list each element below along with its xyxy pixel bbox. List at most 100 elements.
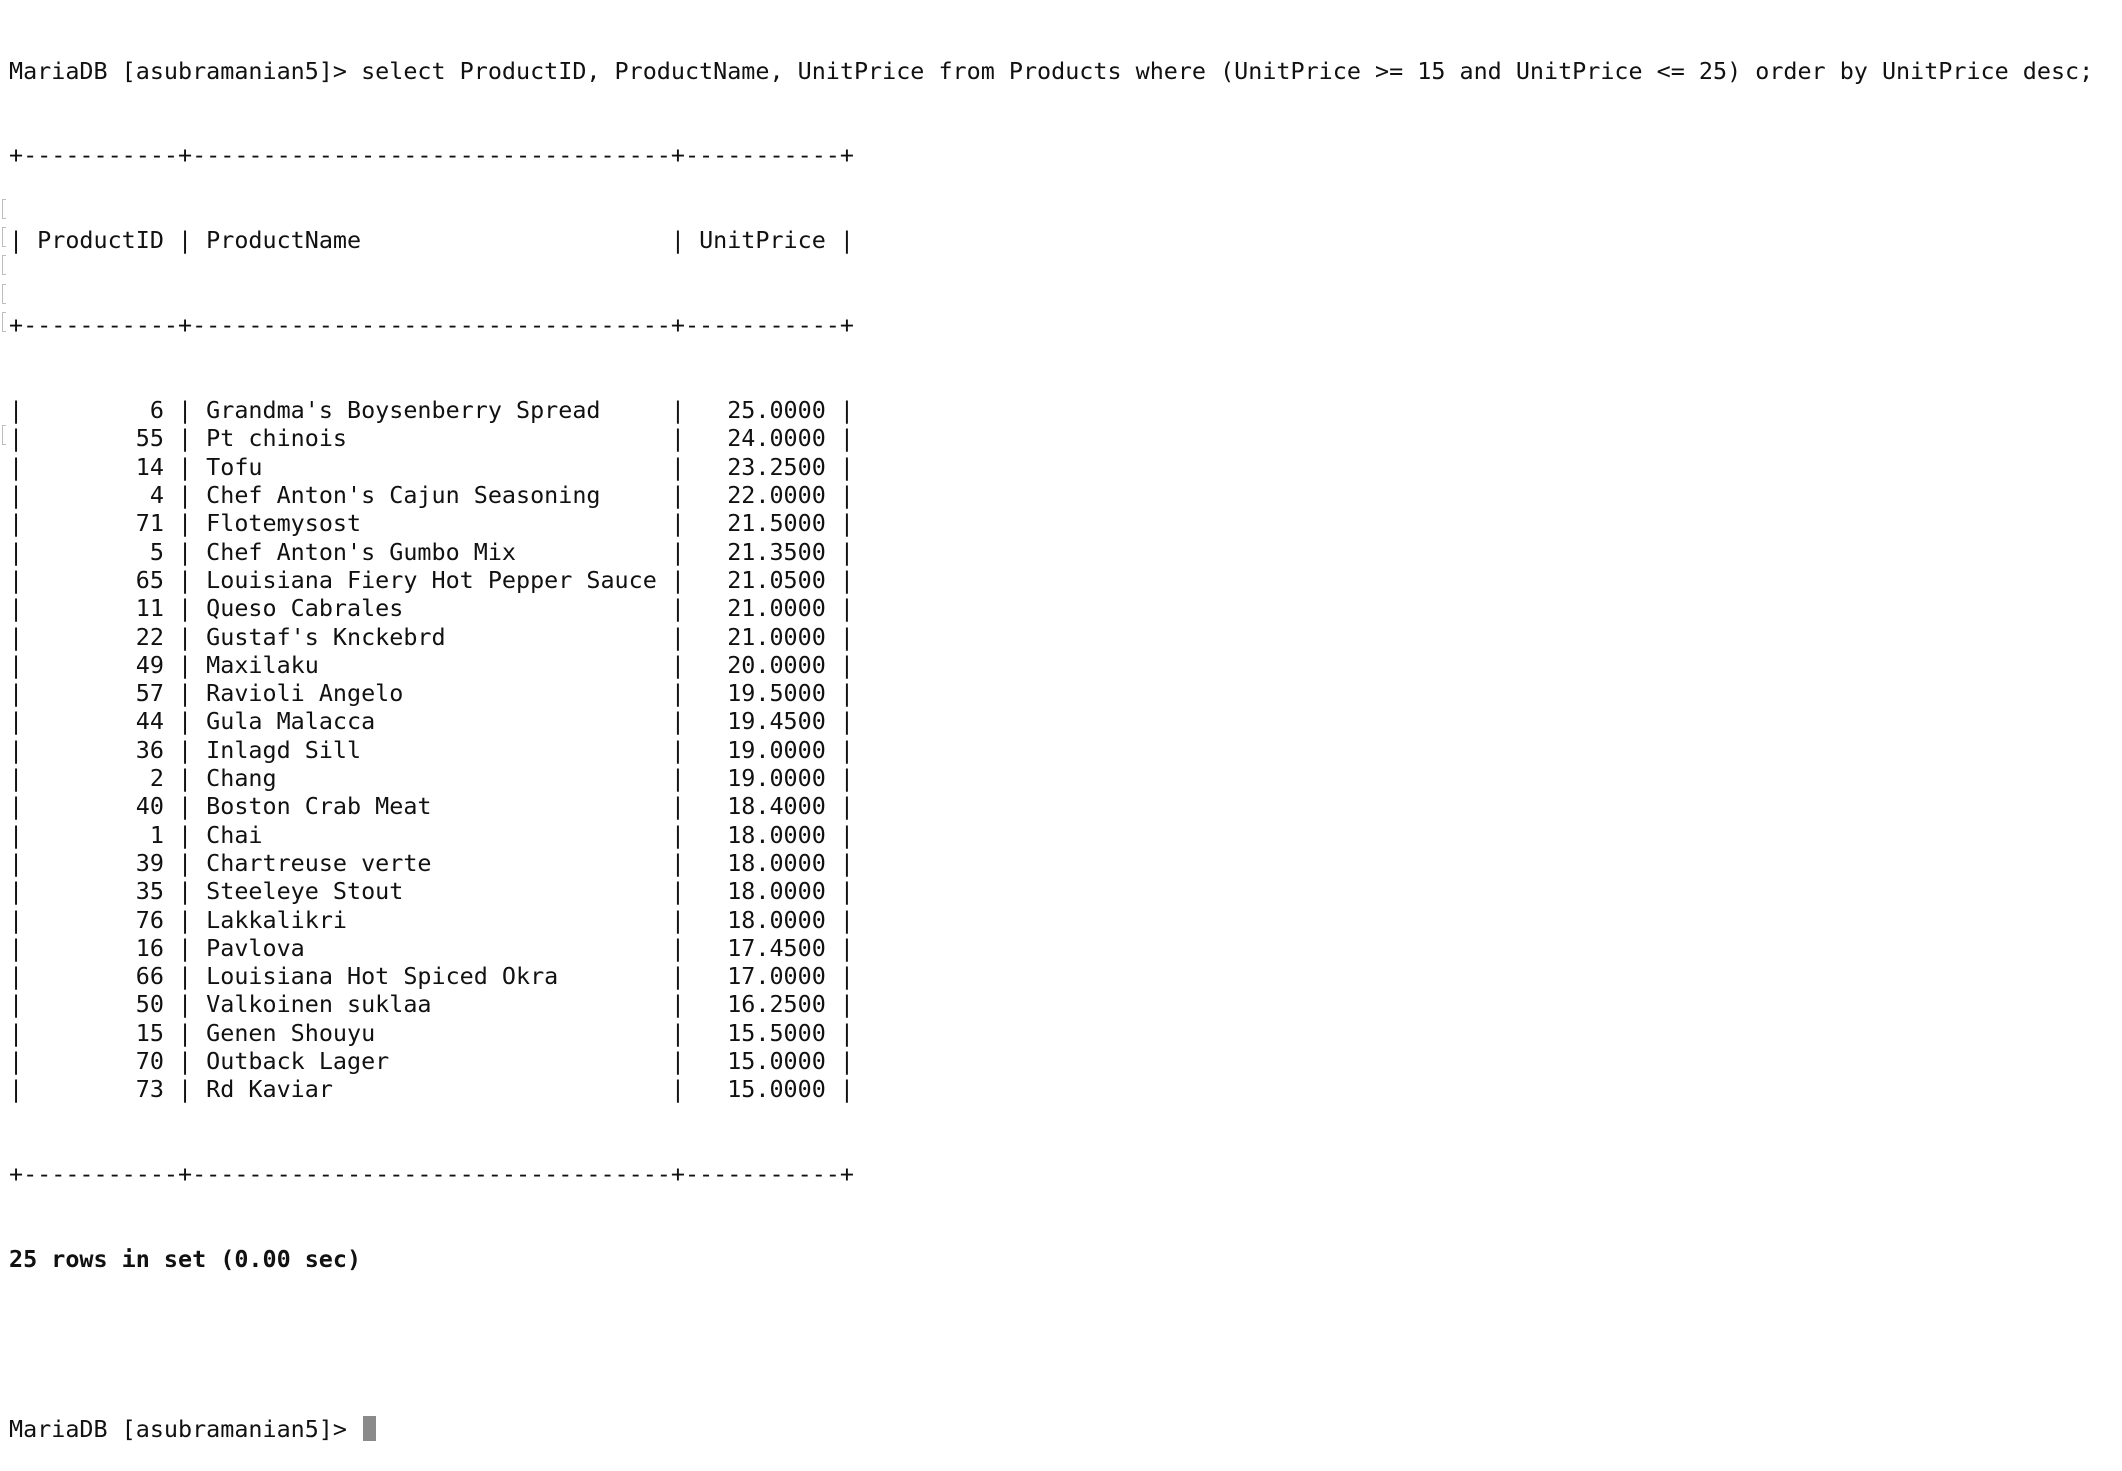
table-cell: 23.2500: [699, 452, 826, 481]
table-cell: 17.4500: [699, 933, 826, 962]
table-cell: 18.0000: [699, 905, 826, 934]
query-line: MariaDB [asubramanian5]> select ProductI…: [9, 57, 2093, 85]
query-text: select ProductID, ProductName, UnitPrice…: [361, 56, 2094, 85]
table-row: | 11 | Queso Cabrales | 21.0000 |: [9, 594, 854, 623]
table-row: | 5 | Chef Anton's Gumbo Mix | 21.3500 |: [9, 537, 854, 566]
table-cell: 2: [37, 764, 164, 793]
table-row: | 76 | Lakkalikri | 18.0000 |: [9, 905, 854, 934]
table-cell: 1: [37, 820, 164, 849]
table-cell: 6: [37, 396, 164, 425]
table-row: | 14 | Tofu | 23.2500 |: [9, 452, 854, 481]
gutter-mark-icon: [2, 312, 6, 332]
table-cell: 57: [37, 679, 164, 708]
table-cell: Chartreuse verte: [206, 848, 657, 877]
gutter-mark-icon: [2, 199, 6, 219]
table-cell: 73: [37, 1075, 164, 1104]
table-cell: 16.2500: [699, 990, 826, 1019]
table-body: | 6 | Grandma's Boysenberry Spread | 25.…: [9, 396, 2093, 1103]
table-cell: 25.0000: [699, 396, 826, 425]
table-cell: 4: [37, 481, 164, 510]
table-cell: Flotemysost: [206, 509, 657, 538]
table-cell: 14: [37, 452, 164, 481]
table-row: | 65 | Louisiana Fiery Hot Pepper Sauce …: [9, 565, 854, 594]
table-cell: 11: [37, 594, 164, 623]
table-cell: 39: [37, 848, 164, 877]
gutter-mark-icon: [2, 227, 6, 247]
table-row: | 22 | Gustaf's Knckebrd | 21.0000 |: [9, 622, 854, 651]
table-cell: 18.0000: [699, 848, 826, 877]
table-cell: Outback Lager: [206, 1046, 657, 1075]
table-cell: 65: [37, 565, 164, 594]
table-cell: 35: [37, 877, 164, 906]
table-cell: 18.0000: [699, 820, 826, 849]
prompt-text: MariaDB [asubramanian5]>: [9, 56, 347, 85]
table-row: | 71 | Flotemysost | 21.5000 |: [9, 509, 854, 538]
table-cell: 20.0000: [699, 650, 826, 679]
gutter-mark-icon: [2, 255, 6, 275]
table-row: | 57 | Ravioli Angelo | 19.5000 |: [9, 679, 854, 708]
table-cell: 50: [37, 990, 164, 1019]
table-cell: 55: [37, 424, 164, 453]
table-cell: 21.3500: [699, 537, 826, 566]
table-cell: Lakkalikri: [206, 905, 657, 934]
table-cell: Louisiana Fiery Hot Pepper Sauce: [206, 565, 657, 594]
table-row: | 66 | Louisiana Hot Spiced Okra | 17.00…: [9, 962, 854, 991]
table-cell: 21.0000: [699, 594, 826, 623]
table-cell: 15: [37, 1018, 164, 1047]
table-cell: Chai: [206, 820, 657, 849]
table-cell: 70: [37, 1046, 164, 1075]
table-border-bottom: +-----------+---------------------------…: [9, 1160, 854, 1189]
table-cell: 15.5000: [699, 1018, 826, 1047]
column-header: ProductName: [206, 226, 657, 255]
table-row: | 35 | Steeleye Stout | 18.0000 |: [9, 877, 854, 906]
table-row: | 39 | Chartreuse verte | 18.0000 |: [9, 848, 854, 877]
table-cell: Grandma's Boysenberry Spread: [206, 396, 657, 425]
table-cell: 22.0000: [699, 481, 826, 510]
table-cell: 49: [37, 650, 164, 679]
gutter-mark-icon: [2, 425, 6, 445]
table-cell: Queso Cabrales: [206, 594, 657, 623]
table-cell: 19.0000: [699, 764, 826, 793]
table-cell: 16: [37, 933, 164, 962]
text-cursor: [363, 1415, 377, 1441]
table-cell: Pt chinois: [206, 424, 657, 453]
table-cell: Maxilaku: [206, 650, 657, 679]
table-cell: 21.0000: [699, 622, 826, 651]
table-cell: 22: [37, 622, 164, 651]
table-cell: 71: [37, 509, 164, 538]
table-cell: Valkoinen suklaa: [206, 990, 657, 1019]
table-row: | 6 | Grandma's Boysenberry Spread | 25.…: [9, 396, 854, 425]
column-header: UnitPrice: [699, 226, 826, 255]
terminal-output[interactable]: MariaDB [asubramanian5]> select ProductI…: [9, 0, 2093, 1471]
table-cell: 40: [37, 792, 164, 821]
table-cell: 44: [37, 707, 164, 736]
table-cell: Gula Malacca: [206, 707, 657, 736]
table-cell: 21.5000: [699, 509, 826, 538]
table-row: | 40 | Boston Crab Meat | 18.4000 |: [9, 792, 854, 821]
table-cell: 5: [37, 537, 164, 566]
table-cell: Steeleye Stout: [206, 877, 657, 906]
table-row: | 15 | Genen Shouyu | 15.5000 |: [9, 1018, 854, 1047]
current-prompt-line[interactable]: MariaDB [asubramanian5]>: [9, 1415, 2093, 1443]
table-cell: 18.4000: [699, 792, 826, 821]
table-row: | 49 | Maxilaku | 20.0000 |: [9, 650, 854, 679]
table-row: | 50 | Valkoinen suklaa | 16.2500 |: [9, 990, 854, 1019]
table-cell: 19.0000: [699, 735, 826, 764]
table-cell: Boston Crab Meat: [206, 792, 657, 821]
table-cell: 24.0000: [699, 424, 826, 453]
table-cell: Pavlova: [206, 933, 657, 962]
table-cell: 76: [37, 905, 164, 934]
table-row: | 2 | Chang | 19.0000 |: [9, 764, 854, 793]
table-cell: 19.5000: [699, 679, 826, 708]
table-cell: Louisiana Hot Spiced Okra: [206, 962, 657, 991]
table-cell: Rd Kaviar: [206, 1075, 657, 1104]
table-cell: Chef Anton's Gumbo Mix: [206, 537, 657, 566]
table-row: | 4 | Chef Anton's Cajun Seasoning | 22.…: [9, 481, 854, 510]
table-row: | 73 | Rd Kaviar | 15.0000 |: [9, 1075, 854, 1104]
table-cell: 15.0000: [699, 1075, 826, 1104]
column-header: ProductID: [37, 226, 164, 255]
table-cell: 15.0000: [699, 1046, 826, 1075]
table-row: | 16 | Pavlova | 17.4500 |: [9, 933, 854, 962]
table-cell: Chef Anton's Cajun Seasoning: [206, 481, 657, 510]
